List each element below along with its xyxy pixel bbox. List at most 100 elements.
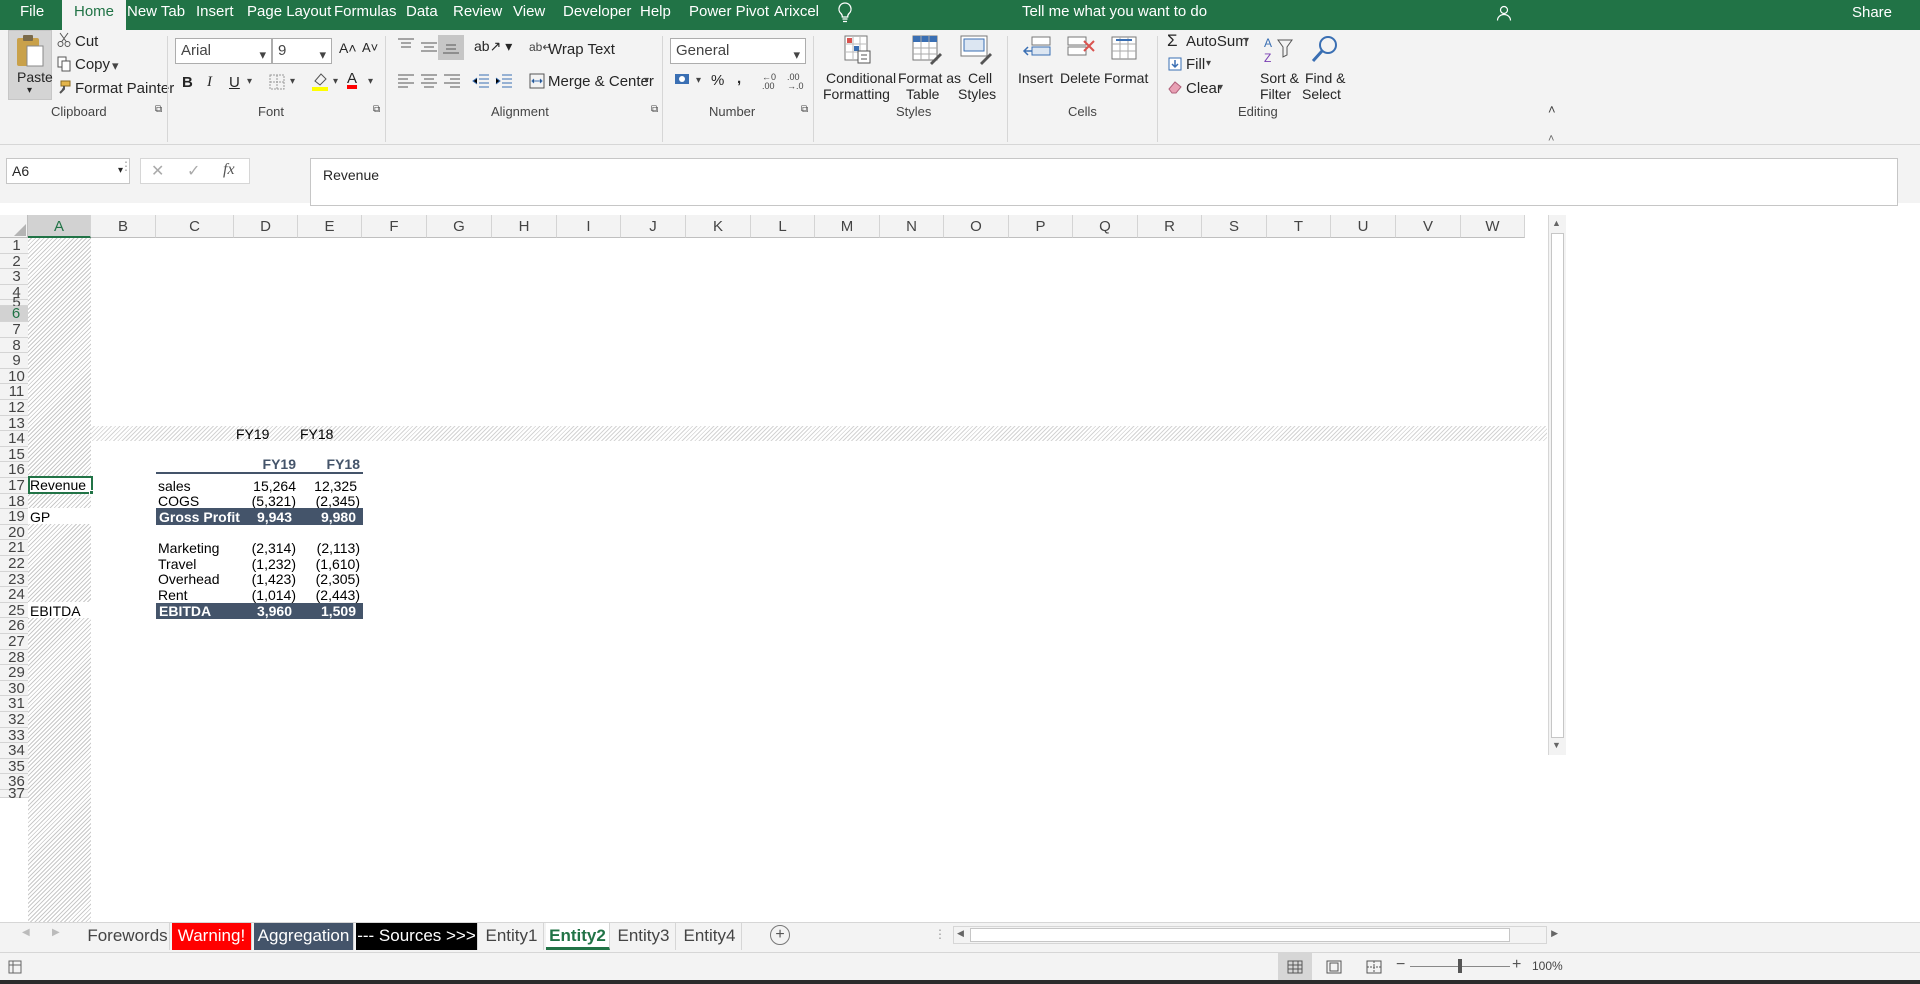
- bottom-align-button[interactable]: [438, 35, 464, 60]
- d13-rent-fy19[interactable]: (1,014): [234, 587, 296, 603]
- align-left-icon[interactable]: [397, 74, 415, 88]
- copy-button[interactable]: Copy: [75, 56, 110, 73]
- column-header-v[interactable]: V: [1396, 215, 1461, 238]
- number-format-combo[interactable]: General ▾: [670, 38, 806, 64]
- dialog-launcher-icon[interactable]: ⧉: [651, 104, 658, 115]
- column-header-d[interactable]: D: [234, 215, 298, 238]
- chevron-down-icon[interactable]: ▾: [368, 76, 373, 87]
- sheet-tab-warning[interactable]: Warning!: [172, 923, 252, 950]
- e13-rent-fy18[interactable]: (2,443): [298, 587, 360, 603]
- font-size-combo[interactable]: 9 ▾: [272, 38, 332, 64]
- c6-sales[interactable]: sales: [158, 478, 191, 494]
- a8-gp[interactable]: GP: [30, 509, 50, 525]
- e10-marketing-fy18[interactable]: (2,113): [298, 540, 360, 556]
- tab-new-tab[interactable]: New Tab: [127, 0, 185, 30]
- chevron-down-icon[interactable]: ▾: [644, 75, 649, 86]
- c12-overhead[interactable]: Overhead: [158, 571, 219, 587]
- increase-indent-icon[interactable]: [495, 74, 513, 88]
- sheet-tab-aggregation[interactable]: Aggregation: [254, 923, 354, 950]
- autosum-button[interactable]: AutoSum: [1186, 33, 1248, 50]
- tab-page-layout[interactable]: Page Layout: [247, 0, 331, 30]
- percent-style-button[interactable]: %: [711, 72, 724, 89]
- find-select-button[interactable]: Find & Select: [1302, 32, 1348, 102]
- accounting-format-icon[interactable]: [674, 71, 692, 87]
- d11-travel-fy19[interactable]: (1,232): [234, 556, 296, 572]
- borders-icon[interactable]: [269, 74, 285, 90]
- fill-button[interactable]: Fill: [1186, 56, 1205, 73]
- column-header-i[interactable]: I: [557, 215, 621, 238]
- d2-fy19[interactable]: FY19: [236, 426, 269, 442]
- align-right-icon[interactable]: [443, 74, 461, 88]
- chevron-down-icon[interactable]: ▾: [1206, 58, 1211, 69]
- macro-record-icon[interactable]: [8, 960, 22, 974]
- gross-profit-row[interactable]: Gross Profit 9,943 9,980: [156, 509, 363, 525]
- d12-overhead-fy19[interactable]: (1,423): [234, 571, 296, 587]
- scroll-left-icon[interactable]: ◀: [957, 928, 964, 939]
- select-all-corner[interactable]: [0, 215, 28, 238]
- paste-button[interactable]: Paste ▾: [8, 30, 53, 100]
- sheet-tab-forewords[interactable]: Forewords: [86, 923, 170, 950]
- share-button[interactable]: Share: [1852, 0, 1892, 30]
- normal-view-button[interactable]: [1278, 953, 1312, 981]
- cell-styles-button[interactable]: Cell Styles: [958, 32, 1004, 102]
- horizontal-scrollbar[interactable]: ◀ ▶: [953, 926, 1558, 944]
- format-painter-button[interactable]: Format Painter: [75, 80, 174, 97]
- d7-cogs-fy19[interactable]: (5,321): [234, 493, 296, 509]
- column-header-t[interactable]: T: [1267, 215, 1331, 238]
- e6-sales-fy18[interactable]: 12,325: [298, 478, 357, 494]
- c7-cogs[interactable]: COGS: [158, 493, 199, 509]
- a14-ebitda[interactable]: EBITDA: [30, 603, 81, 619]
- orientation-icon[interactable]: ab↗ ▾: [474, 38, 512, 55]
- e4-header-fy18[interactable]: FY18: [298, 456, 360, 472]
- sheet-tab-sources[interactable]: --- Sources >>>: [356, 923, 478, 950]
- chevron-down-icon[interactable]: ▾: [1244, 35, 1249, 46]
- tab-insert[interactable]: Insert: [196, 0, 234, 30]
- c11-travel[interactable]: Travel: [158, 556, 196, 572]
- tell-me-search[interactable]: Tell me what you want to do: [1022, 0, 1207, 30]
- horizontal-scrollbar-thumb[interactable]: [970, 928, 1510, 942]
- column-header-o[interactable]: O: [944, 215, 1009, 238]
- add-sheet-icon[interactable]: +: [770, 925, 790, 945]
- tab-developer[interactable]: Developer: [563, 0, 631, 30]
- fill-handle[interactable]: [89, 490, 94, 495]
- page-break-view-icon[interactable]: [1366, 960, 1382, 974]
- tab-formulas[interactable]: Formulas: [334, 0, 397, 30]
- comma-style-button[interactable]: ,: [737, 70, 741, 87]
- tab-arixcel[interactable]: Arixcel: [774, 0, 819, 30]
- font-name-combo[interactable]: Arial ▾: [175, 38, 272, 64]
- tab-help[interactable]: Help: [640, 0, 671, 30]
- column-header-w[interactable]: W: [1461, 215, 1525, 238]
- zoom-level[interactable]: 100%: [1532, 959, 1563, 973]
- sheet-tab-entity2[interactable]: Entity2: [546, 923, 610, 950]
- increase-font-icon[interactable]: A˄: [339, 40, 357, 56]
- insert-function-icon[interactable]: fx: [223, 161, 235, 179]
- tab-data[interactable]: Data: [406, 0, 438, 30]
- sheet-tab-entity1[interactable]: Entity1: [480, 923, 544, 950]
- column-header-j[interactable]: J: [621, 215, 686, 238]
- decrease-font-icon[interactable]: A˅: [362, 40, 378, 55]
- sort-filter-button[interactable]: AZ Sort & Filter: [1258, 32, 1300, 102]
- chevron-down-icon[interactable]: ▾: [1218, 82, 1223, 93]
- dialog-launcher-icon[interactable]: ⧉: [373, 104, 380, 115]
- column-header-a[interactable]: A: [28, 215, 91, 238]
- collapse-ribbon-icon[interactable]: ˄: [1548, 102, 1556, 117]
- chevron-down-icon[interactable]: ▾: [247, 76, 252, 87]
- top-align-icon[interactable]: [397, 38, 415, 52]
- scroll-tabs-left-icon[interactable]: ◀: [22, 927, 30, 938]
- column-header-g[interactable]: G: [427, 215, 492, 238]
- page-layout-view-icon[interactable]: [1326, 960, 1342, 974]
- column-header-b[interactable]: B: [91, 215, 156, 238]
- column-header-f[interactable]: F: [362, 215, 427, 238]
- column-header-c[interactable]: C: [156, 215, 234, 238]
- column-header-h[interactable]: H: [492, 215, 557, 238]
- ebitda-row[interactable]: EBITDA 3,960 1,509: [156, 603, 363, 619]
- chevron-down-icon[interactable]: ▾: [290, 76, 295, 87]
- dialog-launcher-icon[interactable]: ⧉: [801, 104, 808, 115]
- expand-formula-bar-icon[interactable]: ˄: [1548, 133, 1554, 145]
- align-center-icon[interactable]: [420, 74, 438, 88]
- cut-button[interactable]: Cut: [75, 33, 98, 50]
- d4-header-fy19[interactable]: FY19: [234, 456, 296, 472]
- format-cells-button[interactable]: Format: [1104, 32, 1148, 102]
- underline-icon[interactable]: U: [229, 74, 240, 91]
- chevron-down-icon[interactable]: ▾: [112, 58, 119, 74]
